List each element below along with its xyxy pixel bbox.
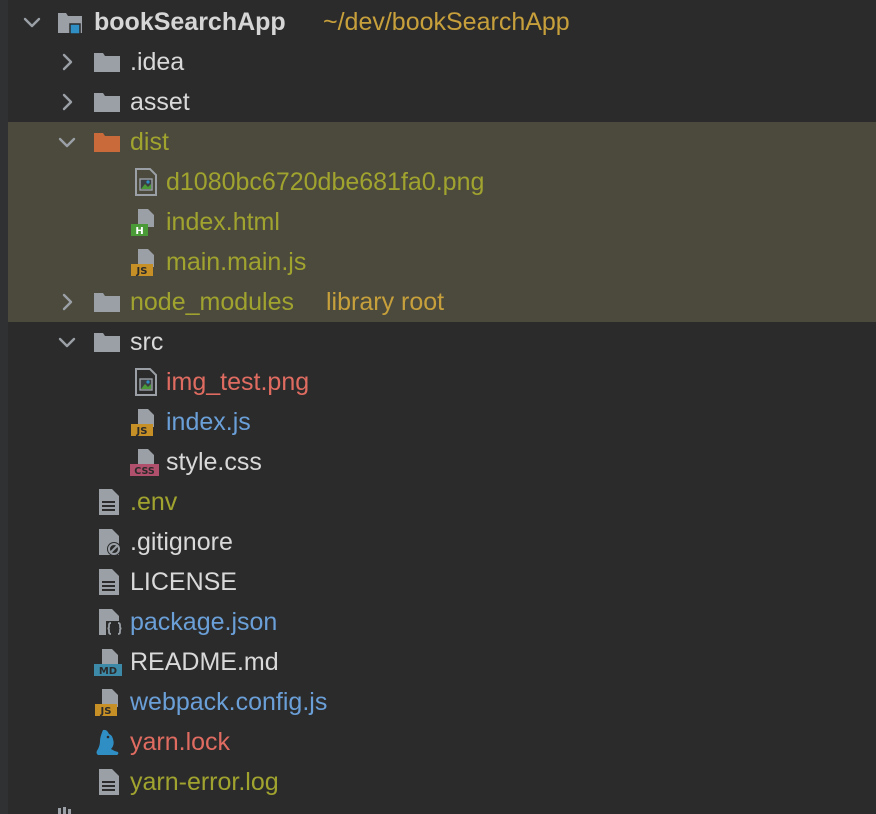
tree-item-label: node_modules — [130, 288, 295, 316]
chevron-down-icon[interactable] — [57, 132, 77, 152]
js-file-icon: JS — [95, 689, 118, 717]
tree-row-readme-file[interactable]: MD README.md — [0, 642, 876, 682]
tree-item-label: package.json — [130, 608, 278, 636]
tree-row-package-json-file[interactable]: package.json — [0, 602, 876, 642]
tree-row-root[interactable]: bookSearchApp ~/dev/bookSearchApp — [0, 2, 876, 42]
external-libraries-icon — [58, 807, 71, 814]
tree-item-label: yarn.lock — [130, 728, 231, 756]
tree-row-gitignore-file[interactable]: .gitignore — [0, 522, 876, 562]
excluded-folder-icon — [94, 133, 120, 152]
chevron-right-icon[interactable] — [57, 292, 77, 312]
js-file-icon: JS — [131, 249, 154, 277]
folder-icon — [94, 93, 120, 112]
tree-row-html-file[interactable]: H index.html — [0, 202, 876, 242]
tree-item-label: d1080bc6720dbe681fa0.png — [166, 168, 485, 196]
tree-row-dist-folder[interactable]: dist — [0, 122, 876, 162]
folder-icon — [94, 333, 120, 352]
svg-text:JS: JS — [136, 266, 148, 277]
tree-item-label: .env — [130, 488, 178, 516]
tree-row-yarn-lock-file[interactable]: yarn.lock — [0, 722, 876, 762]
svg-text:JS: JS — [100, 706, 112, 717]
svg-text:MD: MD — [99, 666, 117, 677]
chevron-right-icon[interactable] — [57, 92, 77, 112]
project-folder-icon — [58, 13, 82, 35]
tree-row-png-file[interactable]: d1080bc6720dbe681fa0.png — [0, 162, 876, 202]
tree-item-label: index.html — [166, 208, 280, 236]
folder-icon — [94, 293, 120, 312]
css-file-icon: CSS — [130, 449, 159, 477]
markdown-file-icon: MD — [94, 649, 122, 677]
svg-text:JS: JS — [136, 426, 148, 437]
tree-item-label: .idea — [130, 48, 185, 76]
tree-item-label: yarn-error.log — [130, 768, 279, 796]
text-file-icon — [99, 569, 119, 595]
js-file-icon: JS — [131, 409, 154, 437]
tree-item-label: .gitignore — [130, 528, 233, 556]
image-file-icon — [135, 168, 157, 196]
tree-item-label: webpack.config.js — [130, 688, 328, 716]
tree-row-node-modules-folder[interactable]: node_modules library root — [0, 282, 876, 322]
svg-text:CSS: CSS — [134, 466, 155, 477]
tree-row-asset-folder[interactable]: asset — [0, 82, 876, 122]
project-tree: bookSearchApp ~/dev/bookSearchApp .idea … — [0, 0, 876, 814]
root-project-path: ~/dev/bookSearchApp — [323, 8, 570, 36]
tree-item-label: style.css — [166, 448, 262, 476]
tree-item-label: asset — [130, 88, 190, 116]
tree-row-js-file[interactable]: JS index.js — [0, 402, 876, 442]
tree-row-yarn-error-log-file[interactable]: yarn-error.log — [0, 762, 876, 802]
tree-row-png-file[interactable]: img_test.png — [0, 362, 876, 402]
next-row-peek — [0, 806, 876, 814]
ignore-file-icon — [99, 529, 121, 556]
tree-row-src-folder[interactable]: src — [0, 322, 876, 362]
text-file-icon — [99, 769, 119, 795]
chevron-down-icon[interactable] — [22, 12, 42, 32]
image-file-icon — [135, 368, 157, 396]
tree-row-env-file[interactable]: .env — [0, 482, 876, 522]
tree-item-label: index.js — [166, 408, 251, 436]
chevron-right-icon[interactable] — [57, 52, 77, 72]
yarn-cat-icon — [96, 729, 119, 755]
tree-item-label: dist — [130, 128, 169, 156]
tree-item-label: src — [130, 328, 164, 356]
tree-item-label: README.md — [130, 648, 279, 676]
folder-icon — [94, 53, 120, 72]
tree-row-webpack-config-file[interactable]: JS webpack.config.js — [0, 682, 876, 722]
tree-row-css-file[interactable]: CSS style.css — [0, 442, 876, 482]
library-root-suffix: library root — [326, 288, 445, 316]
tree-item-label: LICENSE — [130, 568, 237, 596]
html-file-icon: H — [131, 209, 154, 237]
svg-text:H: H — [135, 226, 143, 237]
root-project-name: bookSearchApp — [94, 8, 286, 36]
text-file-icon — [99, 489, 119, 515]
tree-row-license-file[interactable]: LICENSE — [0, 562, 876, 602]
tree-item-label: img_test.png — [166, 368, 310, 396]
tree-row-idea-folder[interactable]: .idea — [0, 42, 876, 82]
chevron-down-icon[interactable] — [57, 332, 77, 352]
tree-item-label: main.main.js — [166, 248, 307, 276]
json-file-icon — [99, 609, 123, 636]
tree-row-js-file[interactable]: JS main.main.js — [0, 242, 876, 282]
